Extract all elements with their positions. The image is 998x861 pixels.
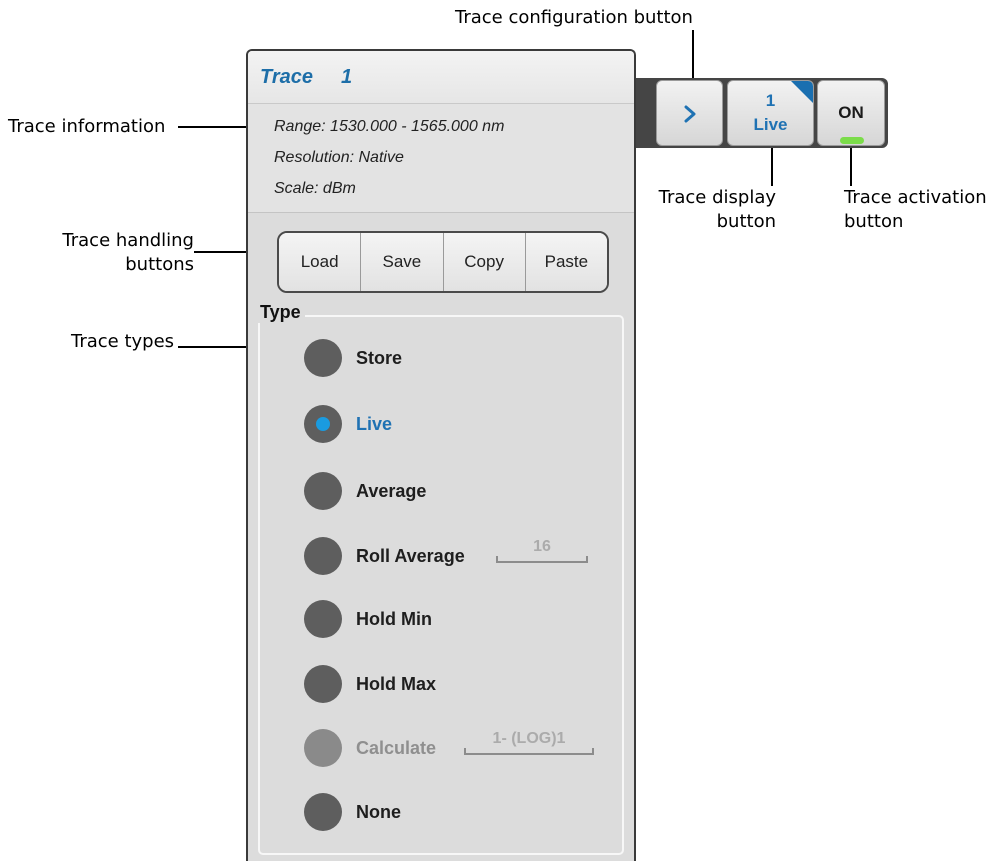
type-option-none[interactable]: None xyxy=(304,792,401,832)
trace-activation-button[interactable]: ON xyxy=(817,80,885,146)
type-option-store[interactable]: Store xyxy=(304,338,402,378)
panel-title: Trace xyxy=(260,66,314,88)
type-group-frame xyxy=(258,315,624,855)
type-label-live: Live xyxy=(356,413,393,434)
trace-info: Range: 1530.000 - 1565.000 nm Resolution… xyxy=(248,104,634,213)
callout-trace-display: Trace display button xyxy=(650,186,776,234)
trace-handling-buttons: Load Save Copy Paste xyxy=(277,231,609,293)
callout-trace-activation: Trace activation button xyxy=(844,186,987,234)
trace-activation-label: ON xyxy=(838,103,864,122)
trace-panel: Trace 1 Range: 1530.000 - 1565.000 nm Re… xyxy=(246,49,636,861)
type-group-label: Type xyxy=(256,302,305,323)
trace-range: Range: 1530.000 - 1565.000 nm xyxy=(274,118,505,135)
callout-trace-handling-line1: Trace handling xyxy=(62,230,194,251)
callout-trace-activation-line2: button xyxy=(844,211,904,232)
load-button[interactable]: Load xyxy=(279,233,362,291)
callout-trace-display-line2: button xyxy=(716,211,776,232)
trace-display-button[interactable]: 1 Live xyxy=(727,80,814,146)
callout-trace-information: Trace information xyxy=(8,116,166,137)
type-label-calculate: Calculate xyxy=(356,737,437,758)
radio-none[interactable] xyxy=(304,793,342,831)
panel-header: Trace 1 xyxy=(248,51,634,104)
type-label-hold-min: Hold Min xyxy=(356,608,432,629)
radio-hold-max[interactable] xyxy=(304,665,342,703)
type-option-roll-average[interactable]: Roll Average xyxy=(304,536,465,576)
copy-button[interactable]: Copy xyxy=(443,233,526,291)
calculate-formula-field[interactable]: 1- (LOG)1 xyxy=(464,729,594,755)
paste-button[interactable]: Paste xyxy=(525,233,607,291)
type-option-average[interactable]: Average xyxy=(304,471,426,511)
type-option-hold-min[interactable]: Hold Min xyxy=(304,599,432,639)
panel-trace-number: 1 xyxy=(341,66,353,88)
trace-control-bar: 1 Live ON xyxy=(636,78,888,148)
callout-trace-display-line1: Trace display xyxy=(658,187,776,208)
type-option-live[interactable]: Live xyxy=(304,404,392,444)
type-option-calculate[interactable]: Calculate xyxy=(304,728,436,768)
radio-average[interactable] xyxy=(304,472,342,510)
callout-trace-types: Trace types xyxy=(71,331,175,352)
radio-selected-dot xyxy=(316,417,330,431)
callout-trace-handling: Trace handling buttons xyxy=(30,229,194,277)
trace-configuration-button[interactable] xyxy=(656,80,723,146)
radio-live[interactable] xyxy=(304,405,342,443)
radio-calculate[interactable] xyxy=(304,729,342,767)
type-label-roll-average: Roll Average xyxy=(356,545,465,566)
roll-average-count-field[interactable]: 16 xyxy=(496,537,588,563)
trace-display-number: 1 xyxy=(765,91,776,110)
type-label-store: Store xyxy=(356,347,403,368)
callout-trace-activation-line1: Trace activation xyxy=(844,187,987,208)
trace-resolution: Resolution: Native xyxy=(274,149,404,166)
radio-roll-average[interactable] xyxy=(304,537,342,575)
trace-display-type: Live xyxy=(753,115,788,134)
type-label-hold-max: Hold Max xyxy=(356,673,437,694)
save-button[interactable]: Save xyxy=(361,233,444,291)
type-label-none: None xyxy=(356,801,401,822)
callout-trace-handling-line2: buttons xyxy=(125,254,194,275)
radio-hold-min[interactable] xyxy=(304,600,342,638)
callout-trace-config: Trace configuration button xyxy=(455,7,693,28)
radio-store[interactable] xyxy=(304,339,342,377)
trace-scale: Scale: dBm xyxy=(274,180,356,197)
type-option-hold-max[interactable]: Hold Max xyxy=(304,664,436,704)
activation-led-icon xyxy=(840,137,864,144)
type-label-average: Average xyxy=(356,480,427,501)
chevron-right-icon xyxy=(684,105,696,123)
